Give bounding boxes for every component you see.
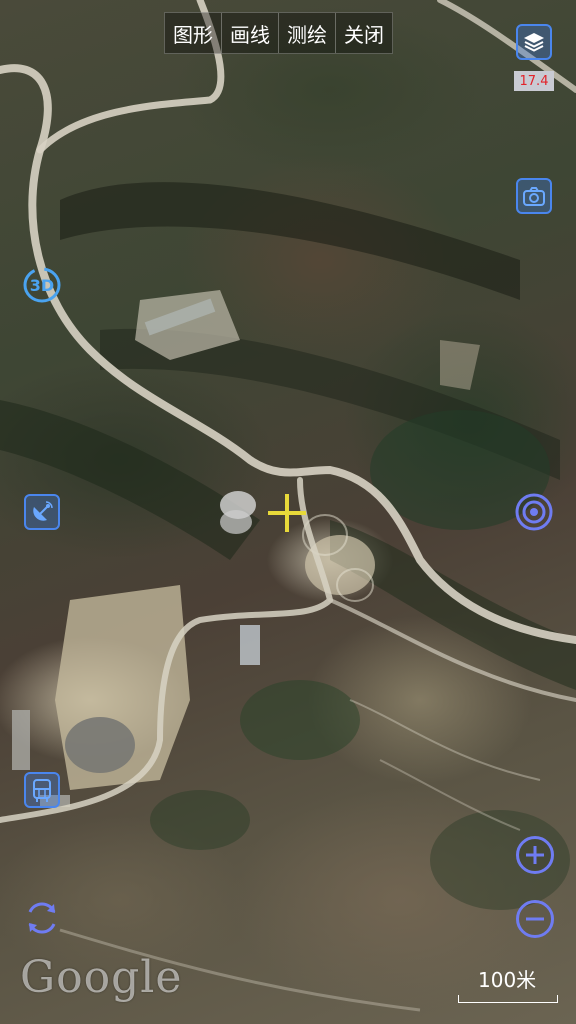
zoom-out-button[interactable]: [516, 900, 554, 938]
close-button[interactable]: 关闭: [336, 13, 392, 53]
scale-bar: [458, 995, 558, 1003]
map-toolbar: 图形 画线 测绘 关闭: [164, 12, 393, 54]
rotate-button[interactable]: [22, 898, 62, 938]
minus-icon: [526, 917, 544, 921]
rotate-icon: [28, 902, 56, 934]
layers-icon: [524, 33, 544, 52]
target-icon: [515, 493, 553, 531]
bus-icon: [33, 779, 51, 802]
satellite-button[interactable]: [24, 494, 60, 530]
shapes-button[interactable]: 图形: [165, 13, 222, 53]
3d-view-button[interactable]: 3D: [22, 266, 62, 304]
satellite-dish-icon: [33, 501, 53, 521]
google-logo: Google: [20, 952, 183, 1003]
locate-button[interactable]: [514, 492, 554, 532]
zoom-level-badge: 17.4: [514, 71, 554, 91]
camera-icon: [523, 187, 545, 206]
measure-button[interactable]: 测绘: [279, 13, 336, 53]
zoom-in-button[interactable]: [516, 836, 554, 874]
3d-cube-icon: 3D: [23, 267, 61, 303]
scale-label: 100米: [478, 968, 537, 992]
bus-button[interactable]: [24, 772, 60, 808]
camera-button[interactable]: [516, 178, 552, 214]
satellite-map[interactable]: 图形 画线 测绘 关闭 17.4 3D Google 100米: [0, 0, 576, 1024]
plus-icon: [526, 846, 544, 864]
svg-text:3D: 3D: [30, 276, 54, 295]
center-crosshair-icon: [268, 494, 306, 532]
layers-button[interactable]: [516, 24, 552, 60]
draw-line-button[interactable]: 画线: [222, 13, 279, 53]
